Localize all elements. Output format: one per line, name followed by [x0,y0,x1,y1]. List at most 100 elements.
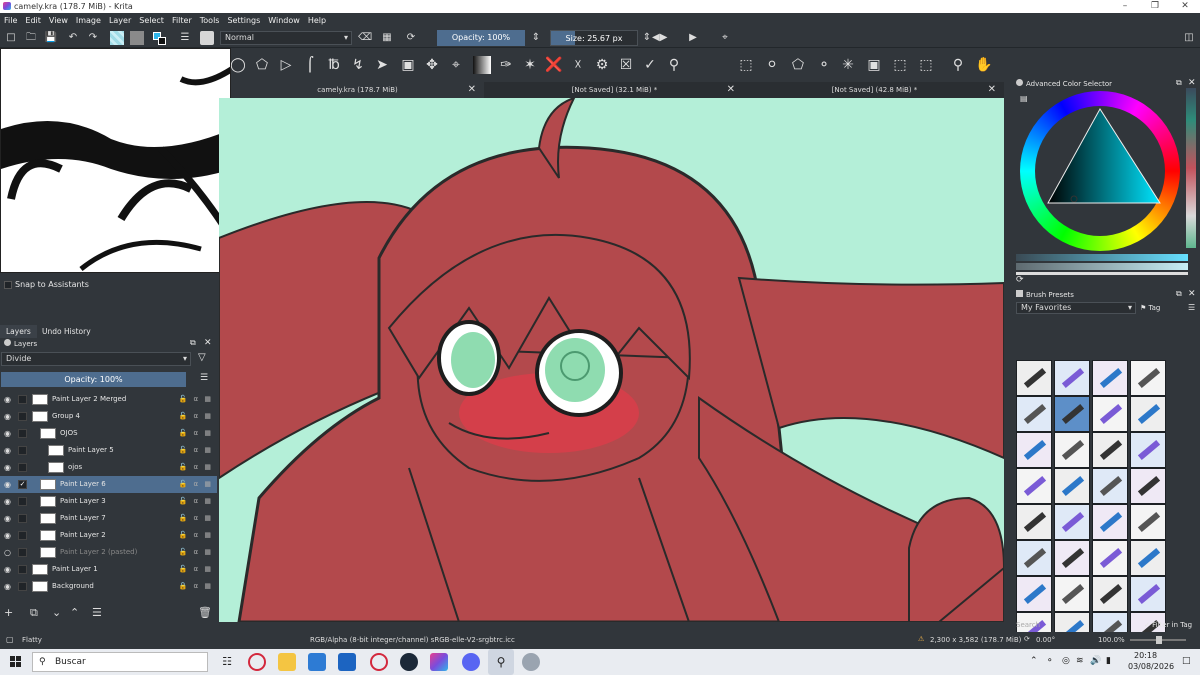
path-tool-icon[interactable]: ℔ [325,56,343,74]
layer-select-checkbox[interactable] [18,412,27,421]
brush-preset-tile[interactable] [1016,540,1052,576]
refresh-color-icon[interactable]: ⟳ [1016,275,1024,285]
layer-row[interactable]: ◉ ojos 🔓 α ▦ [0,459,217,476]
zoom-preview[interactable] [0,48,231,273]
close-tab-icon[interactable]: ✕ [468,82,476,98]
blend-mode-dropdown[interactable]: Normal ▾ [220,31,352,45]
color-hue-ring[interactable] [1020,91,1180,251]
task-view-icon[interactable]: ☷ [218,653,236,671]
freehand-path-icon[interactable]: ↯ [349,56,367,74]
filter-in-tag-toggle[interactable]: ✓ Filter in Tag [1144,619,1192,631]
opera-gx-icon[interactable] [370,653,388,671]
layer-row[interactable]: ◉ Paint Layer 5 🔓 α ▦ [0,442,217,459]
brush-search-input[interactable]: Search [1016,619,1136,631]
layer-lock-alpha-icons[interactable]: 🔓 α ▦ [179,391,213,408]
color-saturation-slider[interactable] [1016,263,1188,270]
menu-filter[interactable]: Filter [168,16,196,25]
layer-opacity-slider[interactable]: Opacity: 100% [1,372,186,387]
krita-taskbar-icon[interactable] [430,653,448,671]
visibility-eye-icon[interactable]: ◉ [4,480,13,489]
visibility-eye-icon[interactable]: ◉ [4,395,13,404]
battery-icon[interactable]: ▮ [1106,656,1111,666]
float-dock-icon[interactable]: ⧉ [190,338,196,348]
brush-preset-tile[interactable] [1016,576,1052,612]
filter-icon[interactable]: ▽ [198,352,206,363]
brush-preset-tile[interactable] [1016,432,1052,468]
layer-row[interactable]: ◉ Paint Layer 1 🔓 α ▦ [0,561,217,578]
network-icon[interactable]: ⚬ [1046,656,1054,666]
visibility-eye-icon[interactable]: ◉ [4,429,13,438]
move-down-icon[interactable]: ⌄ [52,606,61,619]
layer-lock-alpha-icons[interactable]: 🔓 α ▦ [179,476,213,493]
brush-preset-tile[interactable] [1092,576,1128,612]
brush-preset-tile[interactable] [1092,468,1128,504]
gradient-swatch-icon[interactable] [110,31,124,45]
brush-preset-tile[interactable] [1130,540,1166,576]
eraser-icon[interactable]: ⌫ [358,31,372,45]
layer-row[interactable]: ◉ Paint Layer 7 🔓 α ▦ [0,510,217,527]
zoom-tool-icon[interactable]: ⚲ [949,56,967,74]
color-history-strip[interactable] [1186,88,1196,248]
ellipse-select-icon[interactable]: ⚪ [763,56,781,74]
store-icon[interactable] [308,653,326,671]
mirror-vertical-icon[interactable]: ▶ [686,31,700,45]
volume-icon[interactable]: 🔊 [1090,656,1101,666]
layer-row[interactable]: ○ Paint Layer 2 (pasted) 🔓 α ▦ [0,544,217,561]
layer-row[interactable]: ◉ Group 4 🔓 α ▦ [0,408,217,425]
layer-lock-alpha-icons[interactable]: 🔓 α ▦ [179,527,213,544]
layer-select-checkbox[interactable] [18,548,27,557]
app-icon[interactable] [522,653,540,671]
layer-select-checkbox[interactable] [18,429,27,438]
brush-view-menu-icon[interactable]: ☰ [1188,303,1195,312]
layer-lock-alpha-icons[interactable]: 🔓 α ▦ [179,493,213,510]
layer-lock-alpha-icons[interactable]: 🔓 α ▦ [179,408,213,425]
layer-select-checkbox[interactable] [18,531,27,540]
pan-tool-icon[interactable]: ✋ [975,56,993,74]
layer-row[interactable]: ◉ Paint Layer 2 Merged 🔓 α ▦ [0,391,217,408]
close-tab-icon[interactable]: ✕ [988,82,996,98]
menu-edit[interactable]: Edit [21,16,45,25]
visibility-eye-icon[interactable]: ◉ [4,514,13,523]
layer-select-checkbox[interactable]: ✓ [18,480,27,489]
layer-lock-alpha-icons[interactable]: 🔓 α ▦ [179,561,213,578]
doc-tab-not-saved-2[interactable]: [Not Saved] (42.8 MiB) * ✕ [745,82,1004,98]
layer-menu-icon[interactable]: ☰ [200,373,208,383]
layer-row[interactable]: ◉ ✓ Paint Layer 6 🔓 α ▦ [0,476,217,493]
brush-preset-tile[interactable] [1054,360,1090,396]
tab-layers[interactable]: Layers [0,325,37,338]
brush-preset-tile[interactable] [1092,360,1128,396]
layer-lock-alpha-icons[interactable]: 🔒 α ▦ [179,578,213,595]
layer-select-checkbox[interactable] [18,463,27,472]
zoom-slider[interactable] [1130,636,1186,644]
layer-row[interactable]: ◉ OJOS 🔓 α ▦ [0,425,217,442]
tag-button[interactable]: ⚑ Tag [1140,304,1160,312]
layer-select-checkbox[interactable] [18,446,27,455]
freehand-select-icon[interactable]: ⚬ [815,56,833,74]
bezier-tool-icon[interactable]: ⌠ [301,56,319,74]
delete-layer-icon[interactable]: 🗑 [198,606,212,619]
save-icon[interactable]: 💾 [44,31,58,45]
close-dock-icon[interactable]: ✕ [1188,289,1196,299]
brush-preset-tile[interactable] [1130,468,1166,504]
visibility-eye-icon[interactable]: ◉ [4,446,13,455]
brush-preset-tile[interactable] [1130,576,1166,612]
brush-preset-tile[interactable] [1130,396,1166,432]
add-layer-icon[interactable]: + [4,606,13,619]
notifications-icon[interactable]: □ [1182,656,1191,666]
redo-icon[interactable]: ↷ [86,31,100,45]
brush-preset-icon[interactable] [200,31,214,45]
menu-view[interactable]: View [45,16,72,25]
brush-preset-tile[interactable] [1054,468,1090,504]
taskbar-search-box[interactable]: ⚲ Buscar [32,652,208,672]
new-document-icon[interactable]: □ [4,31,18,45]
menu-layer[interactable]: Layer [105,16,135,25]
brush-preset-tile[interactable] [1130,504,1166,540]
layer-select-checkbox[interactable] [18,395,27,404]
opacity-slider[interactable]: Opacity: 100% [437,30,525,46]
layer-select-checkbox[interactable] [18,514,27,523]
polygon-select-icon[interactable]: ⬠ [789,56,807,74]
rect-select-icon[interactable]: ⬚ [737,56,755,74]
brush-preset-tile[interactable] [1054,432,1090,468]
alpha-lock-icon[interactable]: ▦ [380,31,394,45]
outlook-icon[interactable] [338,653,356,671]
